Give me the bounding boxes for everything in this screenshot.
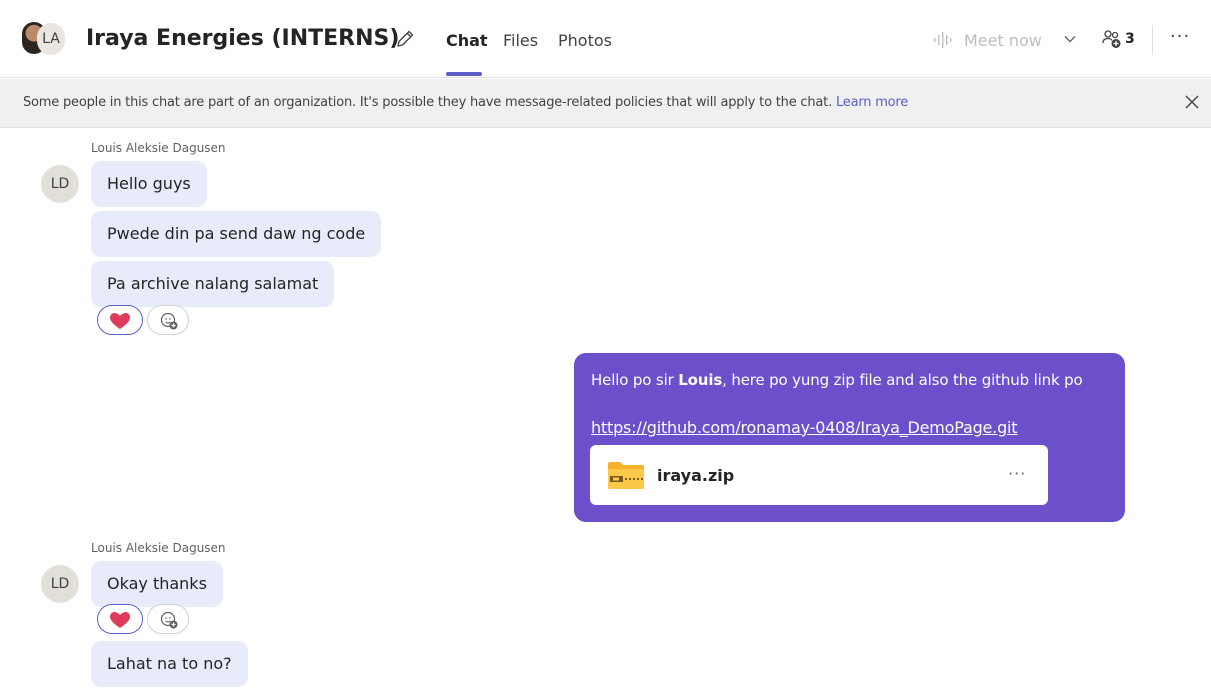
message-bubble[interactable]: Lahat na to no? (91, 641, 248, 687)
emoji-add-icon (160, 611, 178, 629)
sender-name: Louis Aleksie Dagusen (91, 541, 226, 555)
group-avatar[interactable]: LA (22, 21, 65, 57)
participant-count: 3 (1125, 31, 1135, 47)
header-divider (1152, 25, 1153, 55)
file-more-options[interactable]: ··· (1008, 464, 1026, 483)
policy-banner: Some people in this chat are part of an … (0, 79, 1211, 128)
add-reaction-button[interactable] (147, 305, 189, 335)
people-add-icon (1102, 30, 1121, 48)
message-bubble[interactable]: Pa archive nalang salamat (91, 261, 335, 307)
close-icon[interactable] (1184, 94, 1200, 110)
add-reaction-button[interactable] (147, 604, 189, 634)
audio-wave-icon (934, 32, 952, 48)
heart-reaction[interactable] (97, 604, 143, 634)
heart-reaction[interactable] (97, 305, 143, 335)
own-message-bubble[interactable]: Hello po sir Louis, here po yung zip fil… (574, 353, 1125, 522)
emoji-add-icon (160, 312, 178, 330)
banner-message: Some people in this chat are part of an … (23, 95, 908, 110)
banner-text: Some people in this chat are part of an … (23, 95, 833, 110)
more-options-button[interactable]: ··· (1170, 26, 1190, 47)
participants-button[interactable]: 3 (1101, 28, 1135, 50)
avatar[interactable]: LD (41, 165, 79, 203)
tab-chat[interactable]: Chat (446, 31, 488, 50)
message-bubble[interactable]: Okay thanks (91, 561, 223, 607)
avatar[interactable]: LD (41, 565, 79, 603)
chevron-down-icon[interactable] (1063, 34, 1077, 44)
zip-folder-icon (608, 462, 644, 489)
message-bubble[interactable]: Pwede din pa send daw ng code (91, 211, 382, 257)
chat-header: LA Iraya Energies (INTERNS) Chat Files P… (0, 0, 1211, 78)
tab-files[interactable]: Files (503, 31, 538, 50)
avatar-initials: LA (37, 23, 65, 55)
github-link[interactable]: https://github.com/ronamay-0408/Iraya_De… (591, 418, 1018, 437)
heart-icon (110, 612, 130, 628)
learn-more-link[interactable]: Learn more (836, 95, 908, 110)
heart-icon (110, 313, 130, 329)
mention[interactable]: Louis (678, 371, 722, 389)
tab-photos[interactable]: Photos (558, 31, 612, 50)
meet-now-label: Meet now (964, 30, 1042, 50)
chat-title: Iraya Energies (INTERNS) (86, 26, 400, 51)
message-bubble[interactable]: Hello guys (91, 161, 207, 207)
file-name: iraya.zip (657, 466, 735, 485)
sender-name: Louis Aleksie Dagusen (91, 141, 226, 155)
own-message-text: Hello po sir Louis, here po yung zip fil… (591, 371, 1083, 389)
active-tab-indicator (446, 72, 482, 76)
file-attachment[interactable]: iraya.zip ··· (590, 445, 1048, 505)
meet-now-button[interactable]: Meet now (932, 29, 1042, 51)
pencil-icon[interactable] (394, 28, 416, 50)
